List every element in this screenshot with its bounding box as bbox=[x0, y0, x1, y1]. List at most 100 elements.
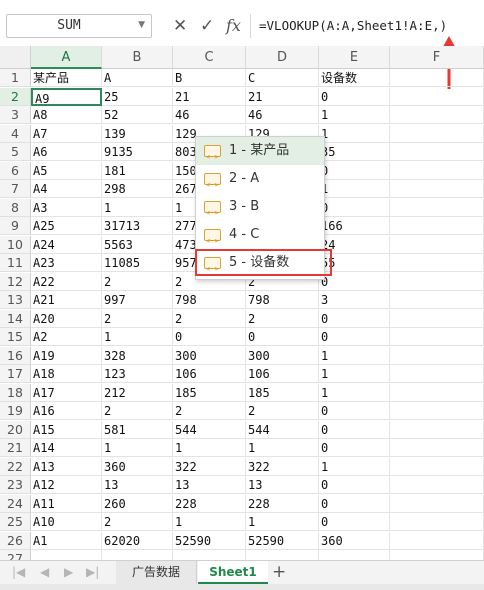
table-cell[interactable] bbox=[390, 513, 484, 531]
row-header[interactable]: 9 bbox=[0, 217, 31, 235]
table-cell[interactable]: A16 bbox=[31, 402, 102, 420]
table-cell[interactable]: 2 bbox=[246, 402, 319, 420]
table-cell[interactable]: 21 bbox=[173, 87, 246, 106]
table-cell[interactable]: 25 bbox=[102, 87, 173, 106]
row-header[interactable]: 23 bbox=[0, 476, 31, 494]
table-cell[interactable]: A2 bbox=[31, 328, 102, 346]
table-cell[interactable]: A4 bbox=[31, 180, 102, 198]
table-cell[interactable]: 52590 bbox=[173, 531, 246, 550]
row-header[interactable]: 20 bbox=[0, 420, 31, 439]
table-cell[interactable]: 0 bbox=[319, 309, 390, 328]
table-cell[interactable] bbox=[390, 106, 484, 124]
column-header[interactable]: A bbox=[31, 46, 102, 69]
table-cell[interactable]: 328 bbox=[102, 346, 173, 365]
row-header[interactable]: 18 bbox=[0, 383, 31, 402]
column-header[interactable]: D bbox=[246, 46, 319, 69]
table-cell[interactable]: 1 bbox=[319, 457, 390, 476]
table-cell[interactable]: 52 bbox=[102, 106, 173, 124]
table-cell[interactable]: 46 bbox=[173, 106, 246, 124]
table-cell[interactable]: 0 bbox=[319, 439, 390, 457]
confirm-icon[interactable]: ✓ bbox=[200, 16, 214, 36]
table-cell[interactable]: 21 bbox=[246, 87, 319, 106]
table-cell[interactable]: 0 bbox=[246, 328, 319, 346]
table-cell[interactable]: 322 bbox=[173, 457, 246, 476]
table-cell[interactable]: A bbox=[102, 69, 173, 87]
table-cell[interactable]: A23 bbox=[31, 254, 102, 272]
table-cell[interactable]: A11 bbox=[31, 494, 102, 513]
table-cell[interactable]: A7 bbox=[31, 124, 102, 143]
table-cell[interactable]: 544 bbox=[173, 420, 246, 439]
table-cell[interactable]: 228 bbox=[246, 494, 319, 513]
table-cell[interactable]: 0 bbox=[173, 328, 246, 346]
table-cell[interactable] bbox=[390, 291, 484, 309]
table-cell[interactable]: A25 bbox=[31, 217, 102, 235]
table-cell[interactable] bbox=[390, 476, 484, 494]
table-cell[interactable] bbox=[390, 87, 484, 106]
table-cell[interactable]: 2 bbox=[102, 309, 173, 328]
table-cell[interactable]: 2 bbox=[102, 402, 173, 420]
row-header[interactable]: 24 bbox=[0, 494, 31, 513]
table-cell[interactable]: 185 bbox=[246, 383, 319, 402]
table-cell[interactable] bbox=[390, 124, 484, 143]
table-cell[interactable]: 181 bbox=[102, 161, 173, 180]
table-cell[interactable]: 1 bbox=[102, 439, 173, 457]
table-cell[interactable] bbox=[390, 365, 484, 383]
row-header[interactable]: 16 bbox=[0, 346, 31, 365]
table-cell[interactable]: A24 bbox=[31, 235, 102, 254]
table-cell[interactable]: 1 bbox=[319, 365, 390, 383]
table-cell[interactable]: 123 bbox=[102, 365, 173, 383]
name-box[interactable]: SUM ▼ bbox=[6, 14, 152, 38]
table-cell[interactable] bbox=[390, 420, 484, 439]
autocomplete-item[interactable]: 2 - A bbox=[196, 165, 324, 199]
row-header[interactable]: 19 bbox=[0, 402, 31, 420]
table-cell[interactable]: 0 bbox=[319, 161, 390, 180]
table-cell[interactable]: 2 bbox=[102, 513, 173, 531]
table-cell[interactable]: 0 bbox=[319, 402, 390, 420]
table-cell[interactable]: A19 bbox=[31, 346, 102, 365]
table-cell[interactable] bbox=[390, 346, 484, 365]
table-cell[interactable]: 1 bbox=[173, 439, 246, 457]
table-cell[interactable]: 某产品 bbox=[31, 69, 102, 87]
table-cell[interactable]: 106 bbox=[246, 365, 319, 383]
table-cell[interactable]: 0 bbox=[319, 476, 390, 494]
row-header[interactable]: 17 bbox=[0, 365, 31, 383]
row-header[interactable]: 10 bbox=[0, 235, 31, 254]
table-cell[interactable]: 11085 bbox=[102, 254, 173, 272]
table-cell[interactable]: A22 bbox=[31, 272, 102, 291]
table-cell[interactable]: 106 bbox=[173, 365, 246, 383]
active-cell[interactable]: A9 bbox=[31, 87, 102, 106]
table-cell[interactable]: 298 bbox=[102, 180, 173, 198]
column-header[interactable]: E bbox=[319, 46, 390, 69]
table-cell[interactable]: A8 bbox=[31, 106, 102, 124]
table-cell[interactable]: A20 bbox=[31, 309, 102, 328]
row-header[interactable]: 14 bbox=[0, 309, 31, 328]
sheet-tab-active[interactable]: Sheet1 bbox=[198, 561, 268, 584]
table-cell[interactable]: 52590 bbox=[246, 531, 319, 550]
table-cell[interactable]: 0 bbox=[319, 494, 390, 513]
table-cell[interactable]: 300 bbox=[173, 346, 246, 365]
last-sheet-icon[interactable]: ▶| bbox=[86, 565, 99, 579]
table-cell[interactable]: 798 bbox=[246, 291, 319, 309]
table-cell[interactable]: 31713 bbox=[102, 217, 173, 235]
table-cell[interactable]: 1 bbox=[319, 106, 390, 124]
row-header[interactable]: 26 bbox=[0, 531, 31, 550]
table-cell[interactable] bbox=[390, 217, 484, 235]
table-cell[interactable] bbox=[390, 198, 484, 217]
insert-function-icon[interactable]: fx bbox=[226, 16, 241, 36]
add-sheet-icon[interactable]: + bbox=[272, 562, 286, 582]
table-cell[interactable]: 300 bbox=[246, 346, 319, 365]
table-cell[interactable]: 13 bbox=[173, 476, 246, 494]
autocomplete-item[interactable]: 1 - 某产品 bbox=[196, 137, 324, 171]
table-cell[interactable]: C bbox=[246, 69, 319, 87]
row-header[interactable]: 8 bbox=[0, 198, 31, 217]
table-cell[interactable] bbox=[390, 272, 484, 291]
row-header[interactable]: 13 bbox=[0, 291, 31, 309]
table-cell[interactable]: 0 bbox=[319, 87, 390, 106]
row-header[interactable]: 4 bbox=[0, 124, 31, 143]
table-cell[interactable] bbox=[390, 254, 484, 272]
table-cell[interactable]: 0 bbox=[319, 328, 390, 346]
row-header[interactable]: 12 bbox=[0, 272, 31, 291]
row-header[interactable]: 25 bbox=[0, 513, 31, 531]
table-cell[interactable] bbox=[390, 309, 484, 328]
table-cell[interactable]: 798 bbox=[173, 291, 246, 309]
